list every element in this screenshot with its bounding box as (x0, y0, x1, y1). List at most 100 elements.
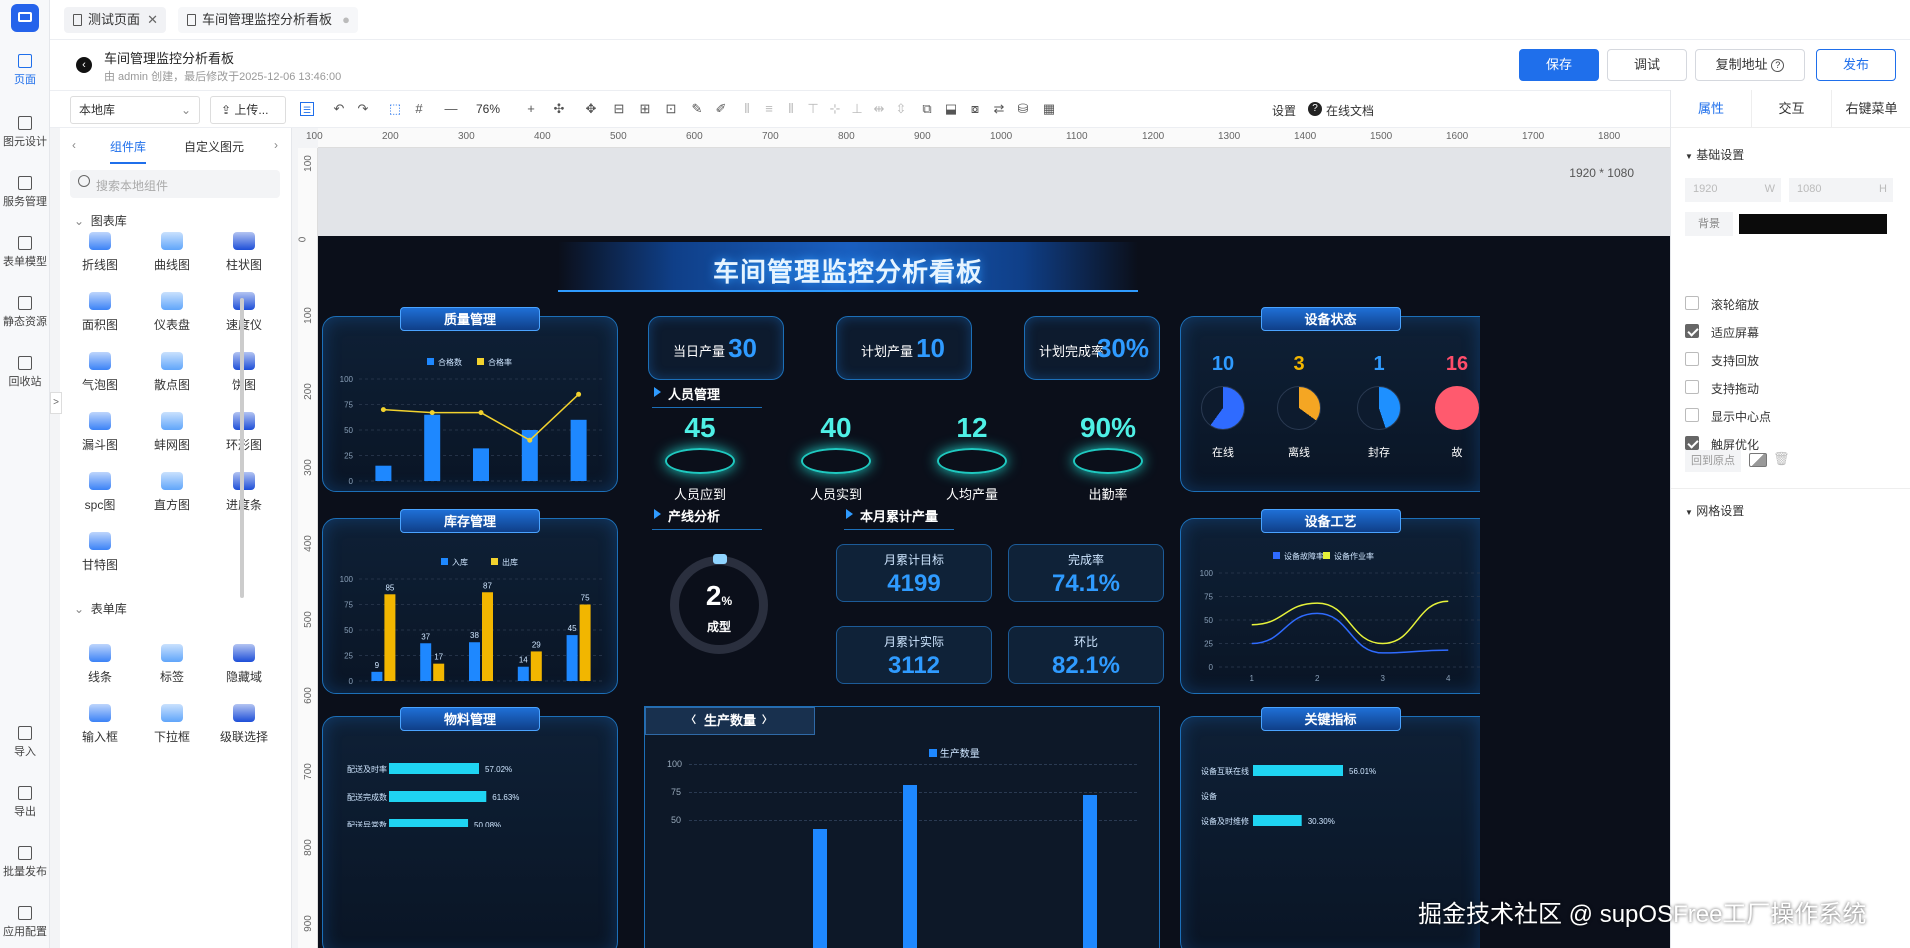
chart-component-item[interactable]: 环形图 (212, 412, 276, 453)
copy-address-button[interactable]: 复制地址 ? (1695, 49, 1805, 81)
tab-context-menu[interactable]: 右键菜单 (1831, 90, 1910, 128)
undo-icon[interactable]: ↶ (332, 102, 346, 116)
basic-settings-header[interactable]: ▼ 基础设置 (1685, 146, 1744, 163)
close-icon[interactable]: ✕ (147, 7, 158, 33)
align-center-icon[interactable]: ≡ (762, 102, 776, 116)
form-component-item[interactable]: 级联选择 (212, 704, 276, 745)
distribute-v-icon[interactable]: ⇳ (894, 102, 908, 116)
form-component-item[interactable]: 线条 (68, 644, 132, 685)
dashboard-board[interactable]: 车间管理监控分析看板 质量管理 合格数合格率100755025012345 库存… (318, 236, 1670, 948)
nav-service[interactable]: 服务管理 (0, 176, 50, 209)
chart-component-item[interactable]: 柱状图 (212, 232, 276, 273)
chart-component-item[interactable]: 漏斗图 (68, 412, 132, 453)
form-component-item[interactable]: 下拉框 (140, 704, 204, 745)
background-color-swatch[interactable] (1739, 214, 1887, 234)
group-icon[interactable]: ⧉ (920, 102, 934, 116)
chart-component-item[interactable]: 速度仪 (212, 292, 276, 333)
calendar-icon[interactable]: ▦ (1042, 102, 1056, 116)
grid-settings-header[interactable]: ▼ 网格设置 (1685, 502, 1744, 519)
chart-component-item[interactable]: 曲线图 (140, 232, 204, 273)
quality-panel[interactable]: 质量管理 合格数合格率100755025012345 (322, 307, 618, 492)
component-search[interactable]: 搜索本地组件 (70, 170, 280, 198)
width-input[interactable]: 1920 W (1685, 178, 1781, 202)
nav-batch-publish[interactable]: 批量发布 (0, 846, 50, 879)
settings-link[interactable]: 设置 (1272, 102, 1296, 119)
online-docs-link[interactable]: 在线文档 (1326, 102, 1374, 119)
publish-button[interactable]: 发布 (1816, 49, 1896, 81)
nav-element-design[interactable]: 图元设计 (0, 116, 50, 149)
chart-component-item[interactable]: 散点图 (140, 352, 204, 393)
nav-recycle[interactable]: 回收站 (0, 356, 50, 389)
group-form-library[interactable]: ⌄ 表单库 (74, 600, 127, 617)
center-icon[interactable]: ✣ (552, 102, 566, 116)
align-top-icon[interactable]: ⊤ (806, 102, 820, 116)
nav-static[interactable]: 静态资源 (0, 296, 50, 329)
zoom-in-icon[interactable]: + (524, 102, 538, 116)
form-component-item[interactable]: 输入框 (68, 704, 132, 745)
align-left-icon[interactable]: ⫴ (740, 102, 754, 116)
tab-interaction[interactable]: 交互 (1751, 90, 1831, 128)
delete-icon[interactable]: 🗑 (1773, 451, 1790, 467)
format-painter-icon[interactable]: ✐ (714, 102, 728, 116)
align-right-icon[interactable]: ⫴ (784, 102, 798, 116)
design-canvas[interactable]: 1920 * 1080 车间管理监控分析看板 质量管理 合格数 合格率 100 75 5… (318, 148, 1670, 948)
zoom-out-icon[interactable]: — (444, 102, 458, 116)
option-checkbox[interactable] (1685, 296, 1699, 310)
prev-arrow-icon[interactable]: 〈 (686, 708, 696, 734)
form-component-item[interactable]: 隐藏域 (212, 644, 276, 685)
chart-component-item[interactable]: 气泡图 (68, 352, 132, 393)
option-checkbox[interactable] (1685, 352, 1699, 366)
kpi-planned-output[interactable]: 计划产量 10 (836, 316, 972, 380)
kpi-completion-rate[interactable]: 计划完成率 30% (1024, 316, 1160, 380)
chart-component-item[interactable]: 蚌网图 (140, 412, 204, 453)
crop-icon[interactable]: ⊡ (664, 102, 678, 116)
group-chart-library[interactable]: ⌄ 图表库 (74, 212, 127, 229)
frame-icon[interactable]: ⬚ (388, 102, 402, 116)
move-icon[interactable]: ✥ (584, 102, 598, 116)
swap-icon[interactable]: ⇄ (992, 102, 1006, 116)
redo-icon[interactable]: ↷ (356, 102, 370, 116)
back-icon[interactable]: ‹ (76, 57, 92, 73)
chevron-left-icon[interactable]: ‹ (72, 138, 76, 152)
option-checkbox[interactable] (1685, 436, 1699, 450)
nav-import[interactable]: 导入 (0, 726, 50, 759)
upload-button[interactable]: ⇪ 上传... (210, 96, 286, 124)
align-middle-icon[interactable]: ⊹ (828, 102, 842, 116)
align-bottom-icon[interactable]: ⊥ (850, 102, 864, 116)
form-component-item[interactable]: 标签 (140, 644, 204, 685)
device-craft-panel[interactable]: 设备工艺 设备故障率 设备作业率 100 75 50 25 0 1 2 3 4 (1180, 509, 1481, 694)
chart-component-item[interactable]: 饼图 (212, 352, 276, 393)
panel-scrollbar[interactable] (240, 298, 244, 598)
option-checkbox[interactable] (1685, 380, 1699, 394)
unsaved-dot-icon[interactable]: ● (342, 7, 350, 33)
chart-component-item[interactable]: 折线图 (68, 232, 132, 273)
nav-page[interactable]: 页面 (0, 54, 50, 87)
ungroup-icon[interactable]: ⬓ (944, 102, 958, 116)
chart-component-item[interactable]: 甘特图 (68, 532, 132, 573)
nav-export[interactable]: 导出 (0, 786, 50, 819)
tab-properties[interactable]: 属性 (1671, 90, 1751, 128)
brush-icon[interactable]: ✎ (690, 102, 704, 116)
chart-component-item[interactable]: spc图 (68, 472, 132, 513)
distribute-icon[interactable]: ⊞ (638, 102, 652, 116)
tab-component-library[interactable]: 组件库 (110, 138, 147, 164)
app-logo[interactable] (11, 4, 39, 32)
nav-form-model[interactable]: 表单模型 (0, 236, 50, 269)
link-icon[interactable]: ⧇ (968, 102, 982, 116)
chevron-right-icon[interactable]: › (274, 138, 278, 152)
align-icon[interactable]: ⊟ (612, 102, 626, 116)
tab-custom-elements[interactable]: 自定义图元 (184, 138, 244, 155)
tab-dashboard[interactable]: 车间管理监控分析看板 ● (178, 7, 359, 33)
tab-test-page[interactable]: 测试页面 ✕ (64, 7, 167, 33)
height-input[interactable]: 1080 H (1789, 178, 1893, 202)
library-select[interactable]: 本地库 ⌄ (70, 96, 200, 124)
chart-component-item[interactable]: 直方图 (140, 472, 204, 513)
collapse-panel-button[interactable]: > (50, 392, 62, 414)
image-icon[interactable] (1749, 453, 1767, 467)
nav-app-config[interactable]: 应用配置 (0, 906, 50, 939)
debug-button[interactable]: 调试 (1607, 49, 1687, 81)
device-status-panel[interactable]: 设备状态 10 在线 3 离线 1 封存 16 故 (1180, 307, 1480, 492)
option-checkbox[interactable] (1685, 408, 1699, 422)
next-arrow-icon[interactable]: 〉 (762, 708, 772, 734)
list-icon[interactable]: ☰ (300, 102, 314, 116)
